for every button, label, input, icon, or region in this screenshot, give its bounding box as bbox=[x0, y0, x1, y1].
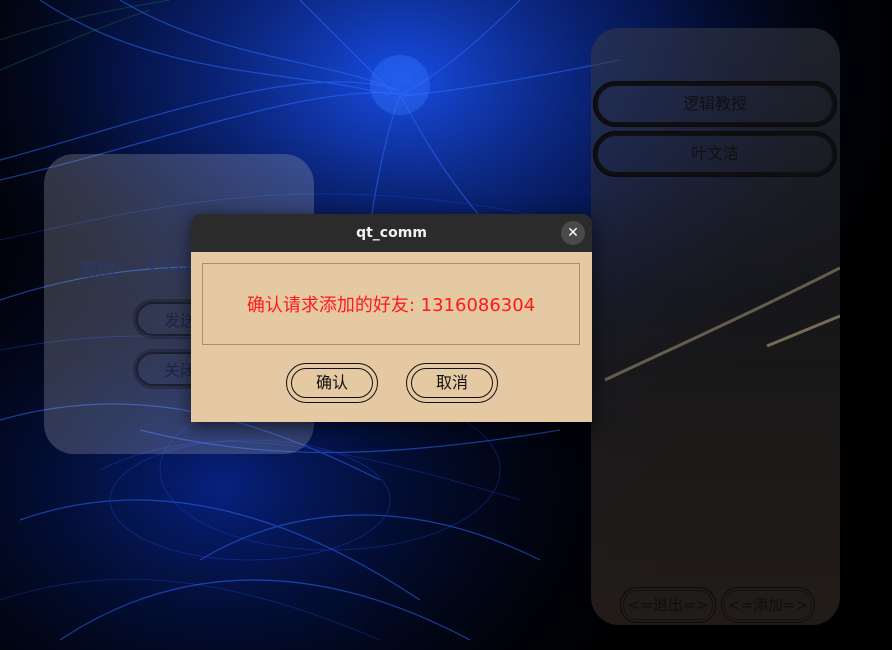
exit-button[interactable]: <=退出=> bbox=[620, 587, 716, 623]
add-label: 添加 bbox=[78, 260, 117, 282]
contact-item[interactable]: 叶文洁 bbox=[593, 131, 837, 177]
dialog-body: 确认请求添加的好友: 1316086304 确认 取消 bbox=[191, 252, 592, 422]
contacts-panel: 逻辑教授 叶文洁 <=退出=> <=添加=> bbox=[591, 28, 840, 625]
dialog-title: qt_comm bbox=[191, 214, 592, 252]
meteor-streaks-image bbox=[604, 266, 840, 382]
confirm-button[interactable]: 确认 bbox=[286, 363, 378, 403]
close-icon[interactable]: ✕ bbox=[561, 221, 585, 245]
add-friend-button[interactable]: <=添加=> bbox=[721, 587, 815, 623]
confirm-dialog: qt_comm ✕ 确认请求添加的好友: 1316086304 确认 取消 bbox=[191, 214, 592, 422]
contact-item[interactable]: 逻辑教授 bbox=[593, 81, 837, 127]
cancel-button[interactable]: 取消 bbox=[406, 363, 498, 403]
confirm-message: 确认请求添加的好友: 1316086304 bbox=[202, 263, 580, 345]
